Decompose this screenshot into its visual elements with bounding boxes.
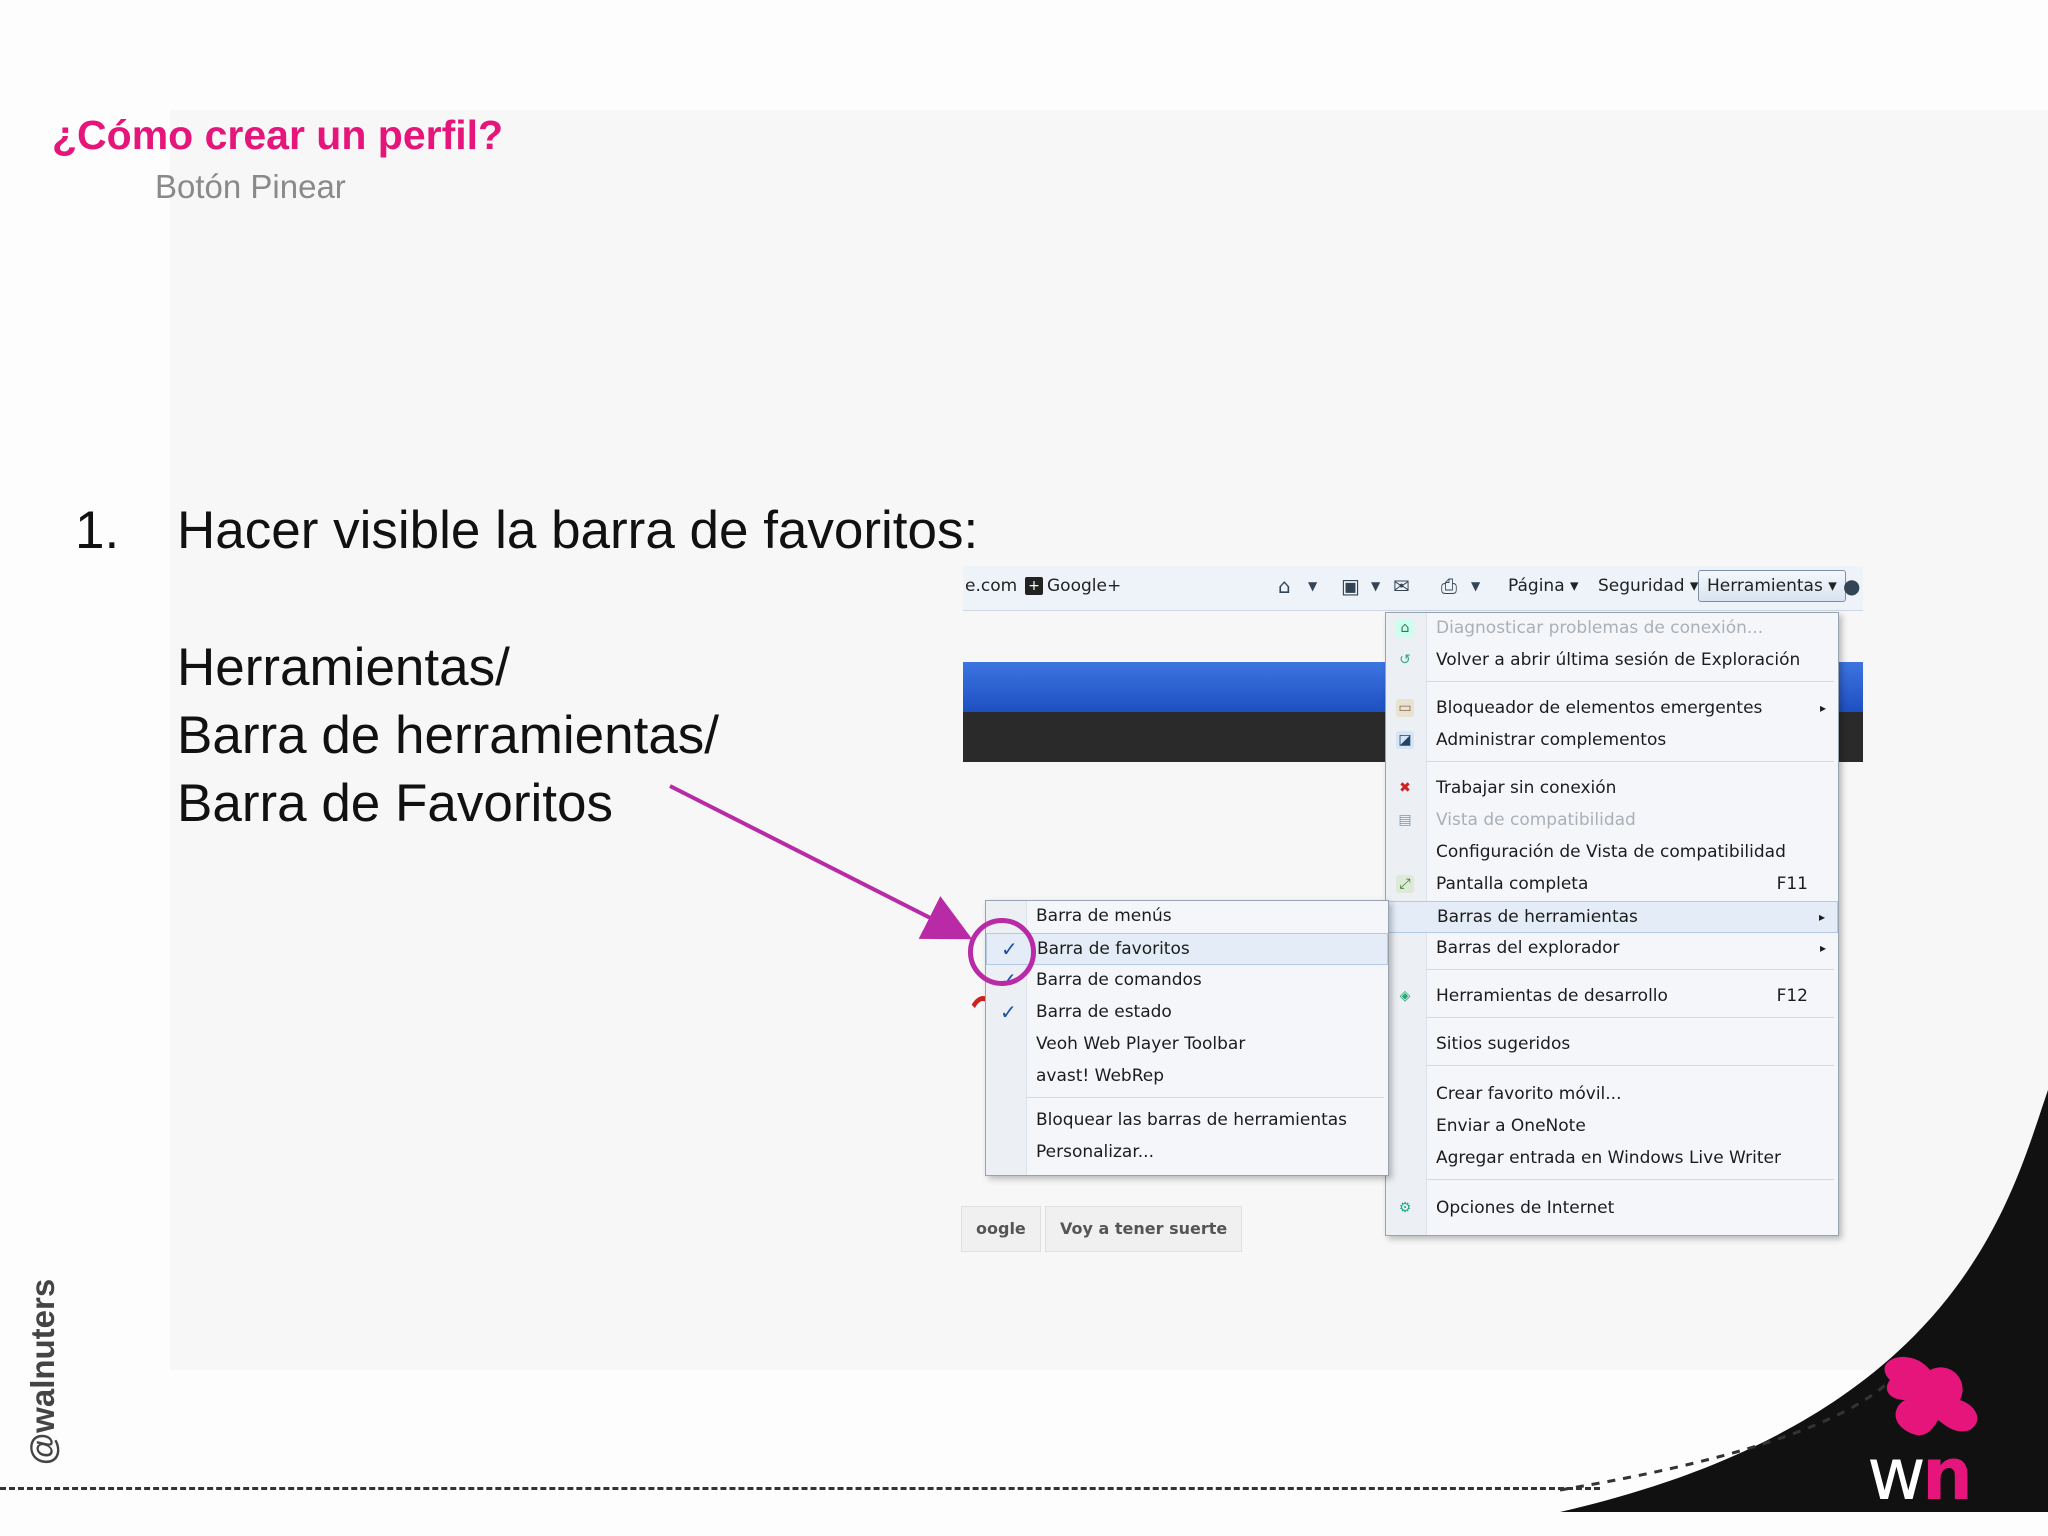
corner-swoosh xyxy=(1559,1090,2048,1512)
brand-logo: wn xyxy=(1867,1432,1973,1516)
